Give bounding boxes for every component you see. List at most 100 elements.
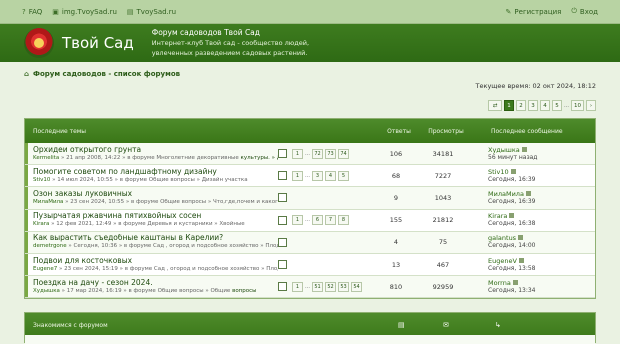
- main-site-label: TvoySad.ru: [136, 7, 177, 16]
- page-4[interactable]: 4: [540, 100, 550, 111]
- view-latest-icon[interactable]: [509, 213, 515, 219]
- site-logo[interactable]: [24, 28, 54, 58]
- topic-page-link[interactable]: 72: [312, 148, 323, 159]
- col-topics: Последние темы: [33, 127, 87, 135]
- last-post-author[interactable]: Худышка: [488, 146, 520, 154]
- last-post-author[interactable]: EugeneV: [488, 257, 517, 265]
- topic-page-link[interactable]: 73: [325, 148, 336, 159]
- topic-views: 21812: [432, 216, 454, 225]
- topic-main: Поездка на дачу - сезон 2024. Худышка » …: [28, 279, 278, 295]
- topic-row[interactable]: Озон заказы луковичных МилаМила » 23 сен…: [25, 187, 595, 210]
- last-post-icon: ↳: [495, 321, 501, 329]
- site-name[interactable]: Твой Сад: [62, 34, 134, 52]
- topic-row[interactable]: Орхидеи открытого грунта Kermelita » 21 …: [25, 143, 595, 166]
- topic-main: Пузырчатая ржавчина пятихвойных сосен Ki…: [28, 212, 278, 228]
- topic-page-link[interactable]: 6: [312, 215, 323, 226]
- faq-label: FAQ: [28, 7, 43, 16]
- topic-page-ellipsis: …: [305, 172, 310, 179]
- topic-pages: 1… 51 52 53 54: [278, 281, 374, 292]
- topic-title[interactable]: Помогите советом по ландшафтному дизайну: [33, 168, 278, 176]
- breadcrumb-label: Форум садоводов - список форумов: [33, 70, 181, 78]
- main-site-link[interactable]: ▤ TvoySad.ru: [127, 8, 176, 16]
- view-latest-icon[interactable]: [518, 257, 524, 263]
- topic-page-link[interactable]: 51: [312, 281, 323, 292]
- topic-pages: [278, 260, 374, 270]
- topic-meta: Kermelita » 21 апр 2008, 14:22 » в форум…: [33, 154, 278, 161]
- topic-main: Как вырастить съедобные каштаны в Карели…: [28, 234, 278, 250]
- topic-page-1[interactable]: 1: [292, 215, 303, 226]
- page-10[interactable]: 10: [571, 100, 584, 111]
- topic-author[interactable]: Худышка: [33, 288, 60, 294]
- last-post-author[interactable]: Morrna: [488, 279, 511, 287]
- topic-page-link[interactable]: 52: [325, 281, 336, 292]
- last-post-author[interactable]: Kirara: [488, 212, 507, 220]
- topic-title[interactable]: Поездка на дачу - сезон 2024.: [33, 279, 278, 287]
- next-page-icon[interactable]: ›: [586, 100, 596, 111]
- view-latest-icon[interactable]: [521, 146, 527, 152]
- topic-page-link[interactable]: 53: [338, 281, 349, 292]
- section-label[interactable]: Знакомимся с форумом: [33, 322, 108, 329]
- topic-page-1[interactable]: 1: [292, 148, 303, 159]
- topic-status-icon: [278, 260, 287, 270]
- last-post-author[interactable]: galantus: [488, 234, 516, 242]
- col-replies: Ответы: [387, 127, 411, 135]
- login-link[interactable]: ⏻ Вход: [571, 7, 598, 16]
- jump-to-page-icon[interactable]: ⇄: [488, 100, 502, 111]
- last-post-date: Сегодня, 16:39: [488, 197, 536, 205]
- topic-page-link[interactable]: 54: [351, 281, 362, 292]
- topic-last-post: Morrna Сегодня, 13:34: [468, 279, 536, 295]
- register-link[interactable]: ✎ Регистрация: [506, 7, 562, 16]
- topic-row[interactable]: Подвои для косточковых Eugene7 » 23 сен …: [25, 253, 595, 277]
- page-3[interactable]: 3: [528, 100, 538, 111]
- topic-row[interactable]: Как вырастить съедобные каштаны в Карели…: [25, 231, 595, 254]
- topic-title[interactable]: Как вырастить съедобные каштаны в Карели…: [33, 234, 278, 242]
- topic-author[interactable]: Stiv10: [33, 177, 50, 183]
- topic-author[interactable]: Kirara: [33, 221, 49, 227]
- login-label: Вход: [579, 7, 598, 16]
- page-5[interactable]: 5: [552, 100, 562, 111]
- view-latest-icon[interactable]: [525, 190, 531, 196]
- topic-row[interactable]: Помогите советом по ландшафтному дизайну…: [25, 165, 595, 188]
- view-latest-icon[interactable]: [510, 168, 516, 174]
- last-post-author[interactable]: Stiv10: [488, 168, 509, 176]
- topic-author[interactable]: Kermelita: [33, 155, 59, 161]
- view-latest-icon[interactable]: [518, 235, 524, 241]
- breadcrumb[interactable]: ⌂ Форум садоводов - список форумов: [24, 70, 180, 78]
- last-post-date: Сегодня, 16:39: [488, 175, 536, 183]
- topic-page-link[interactable]: 8: [338, 215, 349, 226]
- img-site-link[interactable]: ▣ img.TvoySad.ru: [52, 8, 117, 16]
- topic-main: Помогите советом по ландшафтному дизайну…: [28, 168, 278, 184]
- page-1[interactable]: 1: [504, 100, 514, 111]
- topic-page-link[interactable]: 7: [325, 215, 336, 226]
- topic-title[interactable]: Орхидеи открытого грунта: [33, 146, 278, 154]
- current-time: Текущее время: 02 окт 2024, 18:12: [475, 82, 596, 90]
- page-2[interactable]: 2: [516, 100, 526, 111]
- topic-row[interactable]: Пузырчатая ржавчина пятихвойных сосен Ki…: [25, 209, 595, 232]
- topic-page-link[interactable]: 4: [325, 170, 336, 181]
- topic-page-1[interactable]: 1: [292, 281, 303, 292]
- topic-page-link[interactable]: 74: [338, 148, 349, 159]
- topic-page-link[interactable]: 5: [338, 170, 349, 181]
- site-description: Форум садоводов Твой Сад Интернет-клуб Т…: [152, 28, 309, 58]
- view-latest-icon[interactable]: [512, 279, 518, 285]
- topic-page-1[interactable]: 1: [292, 170, 303, 181]
- topic-author[interactable]: demetrgone: [33, 243, 67, 249]
- topic-author[interactable]: Eugene7: [33, 266, 57, 272]
- topic-meta: Kirara » 12 фев 2021, 12:49 » в форуме Д…: [33, 221, 245, 228]
- topic-page-link[interactable]: 3: [312, 170, 323, 181]
- topic-views: 467: [436, 260, 450, 269]
- last-post-date: 56 минут назад: [488, 153, 538, 161]
- topic-author[interactable]: МилаМила: [33, 199, 63, 205]
- topic-views: 75: [438, 238, 448, 247]
- topic-row[interactable]: Поездка на дачу - сезон 2024. Худышка » …: [25, 276, 595, 299]
- faq-link[interactable]: ? FAQ: [22, 8, 42, 16]
- last-post-author[interactable]: МилаМила: [488, 190, 524, 198]
- topic-replies: 68: [391, 171, 401, 180]
- topic-title[interactable]: Подвои для косточковых: [33, 257, 278, 265]
- site-desc-line1: Интернет-клуб Твой сад - сообщество люде…: [151, 39, 310, 47]
- topic-page-ellipsis: …: [305, 217, 310, 224]
- topic-title[interactable]: Озон заказы луковичных: [33, 190, 278, 198]
- topic-title[interactable]: Пузырчатая ржавчина пятихвойных сосен: [33, 212, 278, 220]
- topic-page-ellipsis: …: [305, 283, 310, 290]
- topic-replies: 810: [389, 282, 403, 291]
